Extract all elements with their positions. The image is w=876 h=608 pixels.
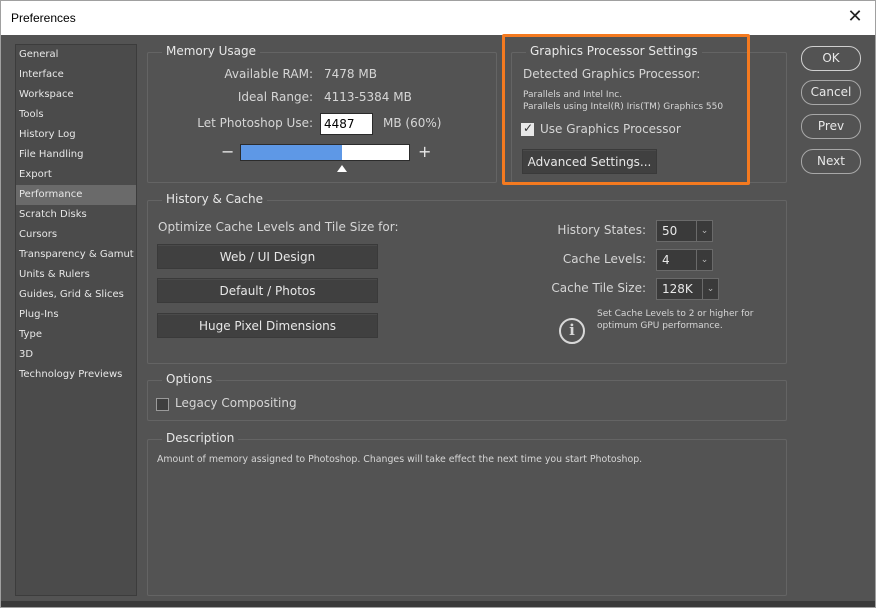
use-gpu-checkbox[interactable]	[521, 121, 534, 136]
legacy-compositing-checkbox[interactable]	[156, 398, 169, 411]
memory-usage-legend: Memory Usage	[162, 44, 261, 58]
sidebar-item-export[interactable]: Export	[16, 165, 136, 185]
chevron-down-icon: ⌄	[696, 250, 712, 270]
optimize-cache-label: Optimize Cache Levels and Tile Size for:	[158, 220, 399, 234]
sidebar-item-technology-previews[interactable]: Technology Previews	[16, 365, 136, 385]
gpu-vendor-text: Parallels and Intel Inc.	[523, 90, 623, 100]
cache-tile-size-label: Cache Tile Size:	[551, 281, 646, 295]
next-button[interactable]: Next	[801, 149, 861, 174]
sidebar-item-3d[interactable]: 3D	[16, 345, 136, 365]
memory-slider-thumb[interactable]	[337, 165, 347, 172]
history-states-value: 50	[662, 224, 678, 238]
sidebar-item-file-handling[interactable]: File Handling	[16, 145, 136, 165]
sidebar-item-scratch-disks[interactable]: Scratch Disks	[16, 205, 136, 225]
prev-button[interactable]: Prev	[801, 114, 861, 139]
gpu-model-text: Parallels using Intel(R) Iris(TM) Graphi…	[523, 102, 724, 112]
chevron-down-icon: ⌄	[696, 221, 712, 241]
huge-pixel-dimensions-button[interactable]: Huge Pixel Dimensions	[157, 313, 378, 338]
options-legend: Options	[162, 372, 217, 386]
memory-amount-input[interactable]: 4487	[320, 113, 373, 135]
sidebar-item-general[interactable]: General	[16, 45, 136, 65]
cache-levels-select[interactable]: 4 ⌄	[656, 249, 713, 271]
cache-tile-size-value: 128K	[662, 282, 693, 296]
sidebar-item-performance[interactable]: Performance	[16, 185, 136, 205]
cache-tile-size-select[interactable]: 128K ⌄	[656, 278, 719, 300]
window-bottom-edge	[1, 601, 875, 607]
ok-button[interactable]: OK	[801, 46, 861, 71]
history-cache-legend: History & Cache	[162, 192, 267, 206]
memory-unit-label: MB (60%)	[383, 116, 442, 130]
available-ram-label: Available RAM:	[224, 67, 313, 81]
sidebar-item-plug-ins[interactable]: Plug-Ins	[16, 305, 136, 325]
available-ram-value: 7478 MB	[324, 67, 377, 81]
cancel-button[interactable]: Cancel	[801, 80, 861, 105]
memory-slider[interactable]	[240, 144, 410, 161]
sidebar-item-units-rulers[interactable]: Units & Rulers	[16, 265, 136, 285]
decrease-memory-button[interactable]: −	[221, 144, 234, 160]
gpu-settings-legend: Graphics Processor Settings	[526, 44, 702, 58]
chevron-down-icon: ⌄	[702, 279, 718, 299]
detected-gpu-label: Detected Graphics Processor:	[523, 67, 701, 81]
cache-note-line-1: Set Cache Levels to 2 or higher for	[597, 309, 754, 319]
legacy-compositing-label: Legacy Compositing	[175, 396, 297, 410]
title-bar: Preferences ✕	[1, 1, 875, 35]
close-icon[interactable]: ✕	[845, 7, 865, 27]
ideal-range-value: 4113-5384 MB	[324, 90, 412, 104]
sidebar-item-tools[interactable]: Tools	[16, 105, 136, 125]
description-text: Amount of memory assigned to Photoshop. …	[157, 454, 643, 465]
web-ui-design-button[interactable]: Web / UI Design	[157, 244, 378, 269]
default-photos-button[interactable]: Default / Photos	[157, 278, 378, 303]
memory-slider-fill	[241, 145, 342, 160]
category-list: General Interface Workspace Tools History Lo…	[15, 44, 137, 596]
window-title: Preferences	[11, 11, 76, 25]
sidebar-item-guides-grid-slices[interactable]: Guides, Grid & Slices	[16, 285, 136, 305]
description-legend: Description	[162, 431, 239, 445]
cache-note-line-2: optimum GPU performance.	[597, 321, 723, 331]
cache-levels-value: 4	[662, 253, 670, 267]
sidebar-item-type[interactable]: Type	[16, 325, 136, 345]
history-states-select[interactable]: 50 ⌄	[656, 220, 713, 242]
preferences-window: Preferences ✕ General Interface Workspace T…	[0, 0, 876, 608]
sidebar-item-cursors[interactable]: Cursors	[16, 225, 136, 245]
advanced-settings-button[interactable]: Advanced Settings...	[522, 149, 657, 174]
sidebar-item-workspace[interactable]: Workspace	[16, 85, 136, 105]
info-icon: i	[559, 318, 585, 344]
history-states-label: History States:	[557, 223, 646, 237]
let-photoshop-use-label: Let Photoshop Use:	[197, 116, 313, 130]
sidebar-item-interface[interactable]: Interface	[16, 65, 136, 85]
cache-levels-label: Cache Levels:	[562, 252, 646, 266]
ideal-range-label: Ideal Range:	[237, 90, 313, 104]
sidebar-item-history-log[interactable]: History Log	[16, 125, 136, 145]
increase-memory-button[interactable]: +	[418, 144, 431, 160]
sidebar-item-transparency-gamut[interactable]: Transparency & Gamut	[16, 245, 136, 265]
use-gpu-label: Use Graphics Processor	[540, 122, 681, 136]
